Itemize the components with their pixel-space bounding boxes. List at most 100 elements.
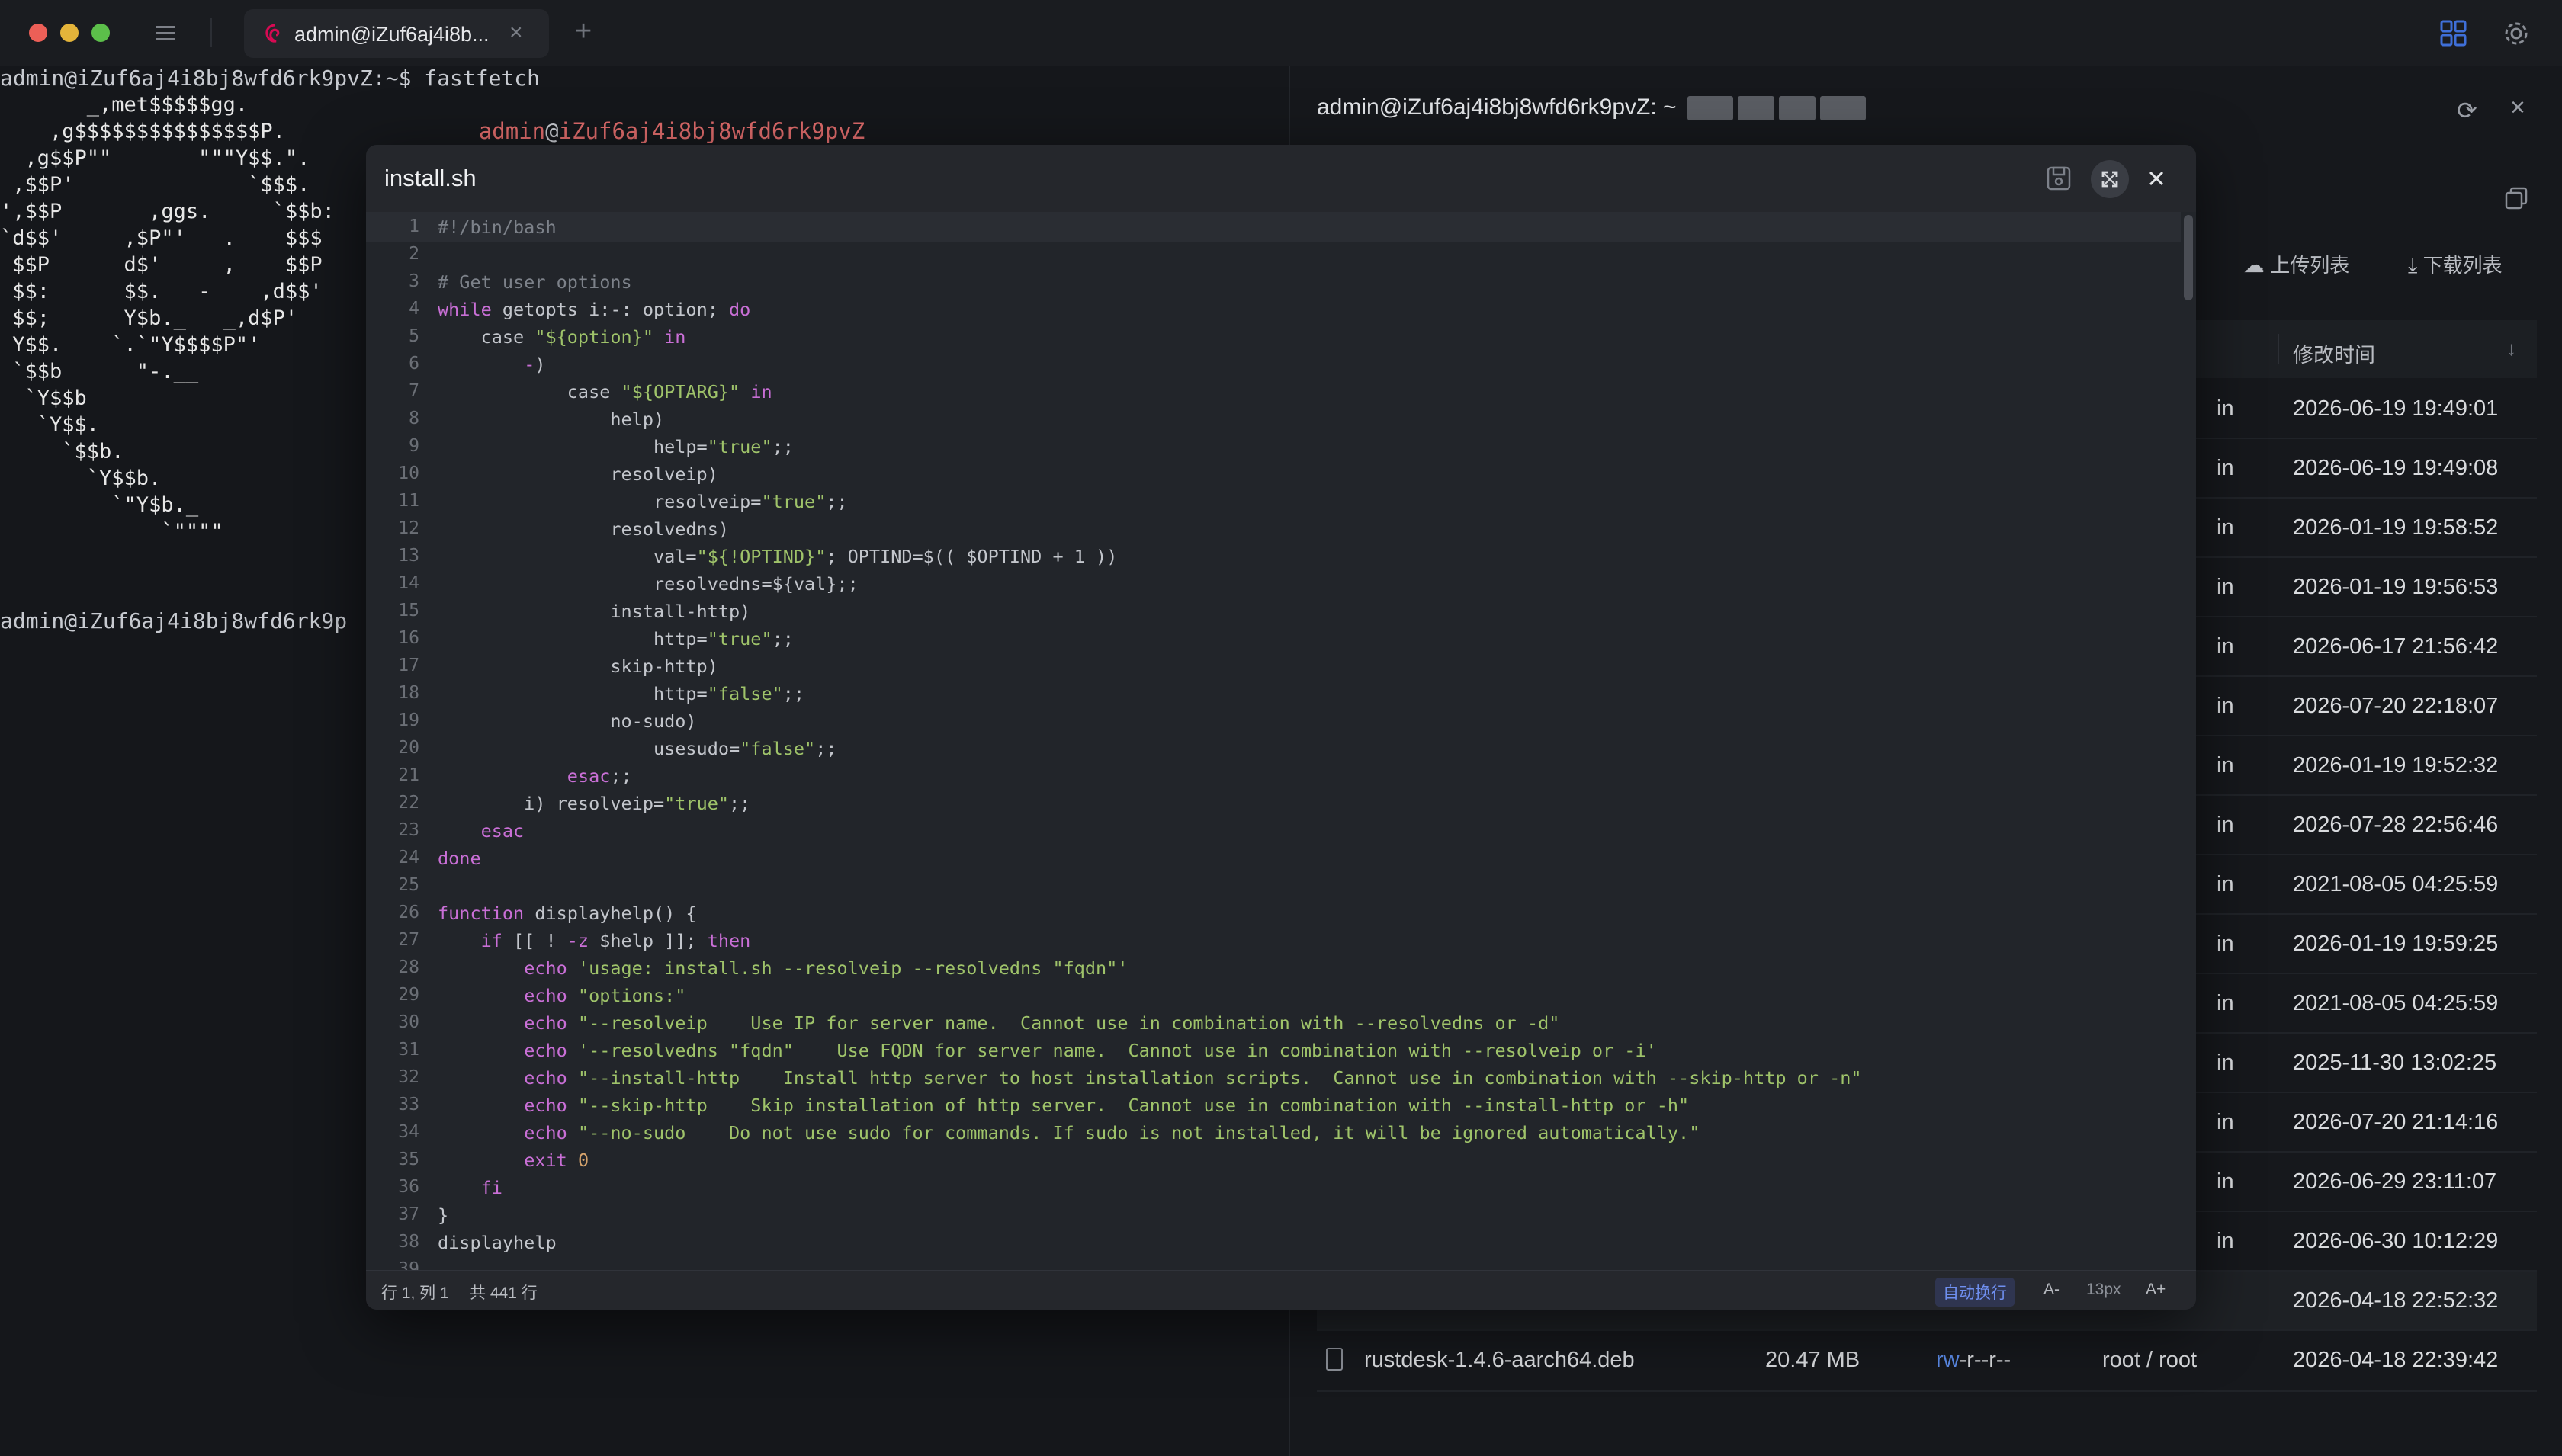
code-token: ) <box>535 354 546 375</box>
code-token: echo <box>524 957 567 979</box>
upload-list-button[interactable]: ☁ 上传列表 <box>2243 250 2349 278</box>
info-host: iZuf6aj4i8bj8wfd6rk9pvZ <box>558 118 865 144</box>
line-number: 39 <box>398 1259 419 1270</box>
code-token: resolvedns) <box>438 518 730 540</box>
minimize-window-button[interactable] <box>60 24 79 42</box>
code-line: } <box>438 1204 448 1226</box>
font-decrease-button[interactable]: A- <box>2043 1281 2060 1299</box>
line-number: 1 <box>409 216 419 236</box>
line-number: 5 <box>409 326 419 346</box>
line-number: 13 <box>398 546 419 566</box>
download-list-button[interactable]: ⤓ 下载列表 <box>2408 250 2503 278</box>
line-number: 25 <box>398 875 419 895</box>
sftp-path: admin@iZuf6aj4i8bj8wfd6rk9pvZ: ~ <box>1317 95 1677 120</box>
file-permissions-tail: in <box>2217 396 2234 421</box>
info-at: @ <box>545 118 559 144</box>
file-permissions-tail: in <box>2217 1169 2234 1194</box>
line-number: 29 <box>398 985 419 1005</box>
line-number: 18 <box>398 683 419 703</box>
file-modified: 2026-06-17 21:56:42 <box>2293 634 2499 659</box>
save-icon[interactable] <box>2043 163 2074 194</box>
code-line: http="true";; <box>438 628 794 649</box>
file-permissions: rw-r--r-- <box>1936 1348 2011 1373</box>
code-line: install-http) <box>438 601 750 622</box>
file-name[interactable]: rustdesk-1.4.6-aarch64.deb <box>1364 1348 1635 1373</box>
line-number: 8 <box>409 409 419 428</box>
sftp-path-header: admin@iZuf6aj4i8bj8wfd6rk9pvZ: ~ <box>1317 95 1866 121</box>
line-number: 4 <box>409 299 419 319</box>
terminal-command-line: admin@iZuf6aj4i8bj8wfd6rk9pvZ:~$ fastfet… <box>0 66 541 91</box>
close-window-button[interactable] <box>29 24 47 42</box>
refresh-icon[interactable]: ⟳ <box>2457 96 2477 125</box>
sort-arrow-icon[interactable]: ↓ <box>2506 337 2516 361</box>
code-token: ; OPTIND=$(( $OPTIND + 1 )) <box>826 546 1118 567</box>
code-token: val= <box>438 546 697 567</box>
line-number: 17 <box>398 656 419 675</box>
code-token: "true" <box>664 793 730 814</box>
code-token: "--skip-http Skip installation of http s… <box>577 1095 1690 1116</box>
code-token: then <box>707 930 751 951</box>
code-token: echo <box>524 1122 567 1143</box>
redacted-block <box>1819 96 1866 121</box>
line-number: 38 <box>398 1232 419 1252</box>
code-line: resolvedns=${val};; <box>438 573 859 595</box>
title-bar: admin@iZuf6aj4i8b... × + <box>0 0 2562 66</box>
vertical-scrollbar[interactable] <box>2184 215 2193 300</box>
code-token: "true" <box>761 491 827 512</box>
file-permissions-tail: in <box>2217 872 2234 896</box>
maximize-window-button[interactable] <box>92 24 110 42</box>
editor-close-icon[interactable] <box>2141 163 2172 194</box>
code-line: while getopts i:-: option; do <box>438 299 750 320</box>
font-increase-button[interactable]: A+ <box>2146 1281 2166 1299</box>
code-token: "true" <box>707 436 772 457</box>
tab-close-icon[interactable]: × <box>509 20 523 46</box>
code-token: do <box>729 299 751 320</box>
code-line: -) <box>438 354 546 375</box>
code-line: echo "--no-sudo Do not use sudo for comm… <box>438 1122 1700 1143</box>
column-modified-time[interactable]: 修改时间 <box>2293 338 2375 368</box>
row-divider <box>1317 1390 2537 1392</box>
file-permissions-tail: in <box>2217 1229 2234 1253</box>
tab-session[interactable]: admin@iZuf6aj4i8b... × <box>244 9 549 58</box>
line-number: 10 <box>398 463 419 483</box>
redacted-block <box>1778 96 1816 121</box>
code-line: esac <box>438 820 525 842</box>
file-icon <box>1326 1348 1343 1371</box>
code-line: esac;; <box>438 765 632 787</box>
code-token: echo <box>524 1095 567 1116</box>
code-token: in <box>664 326 686 348</box>
debian-ascii-logo: _,met$$$$$gg. ,g$$$$$$$$$$$$$$$P. ,g$$P"… <box>0 93 335 544</box>
code-line: fi <box>438 1177 502 1198</box>
code-editor[interactable]: 1 2 3 4 5 6 7 8 9 10 11 12 13 14 15 16 17 18 19 20 21 22 23 24 2… <box>366 212 2196 1270</box>
word-wrap-toggle[interactable]: 自动换行 <box>1935 1278 2015 1307</box>
new-tab-icon[interactable]: + <box>575 15 592 48</box>
code-token: function <box>438 903 525 924</box>
code-line: help) <box>438 409 664 430</box>
file-row-last[interactable]: rustdesk-1.4.6-aarch64.deb 20.47 MB rw-r… <box>1317 1331 2537 1390</box>
code-token: "false" <box>740 738 816 759</box>
code-line: #!/bin/bash <box>438 216 557 238</box>
file-modified: 2026-01-19 19:58:52 <box>2293 515 2499 540</box>
settings-gear-icon[interactable] <box>2503 20 2530 47</box>
code-token: while <box>438 299 492 320</box>
file-modified: 2021-08-05 04:25:59 <box>2293 991 2499 1015</box>
code-line: done <box>438 848 481 869</box>
terminal-prompt: admin@iZuf6aj4i8bj8wfd6rk9p <box>0 608 348 633</box>
copy-icon[interactable] <box>2504 186 2530 212</box>
layout-grid-icon[interactable] <box>2440 20 2467 47</box>
fullscreen-icon[interactable] <box>2091 160 2129 198</box>
panel-close-icon[interactable]: × <box>2510 93 2525 123</box>
code-line: i) resolveip="true";; <box>438 793 750 814</box>
code-token: # Get user options <box>438 271 632 293</box>
code-token: skip-http) <box>438 656 718 677</box>
menu-icon[interactable] <box>154 23 177 43</box>
